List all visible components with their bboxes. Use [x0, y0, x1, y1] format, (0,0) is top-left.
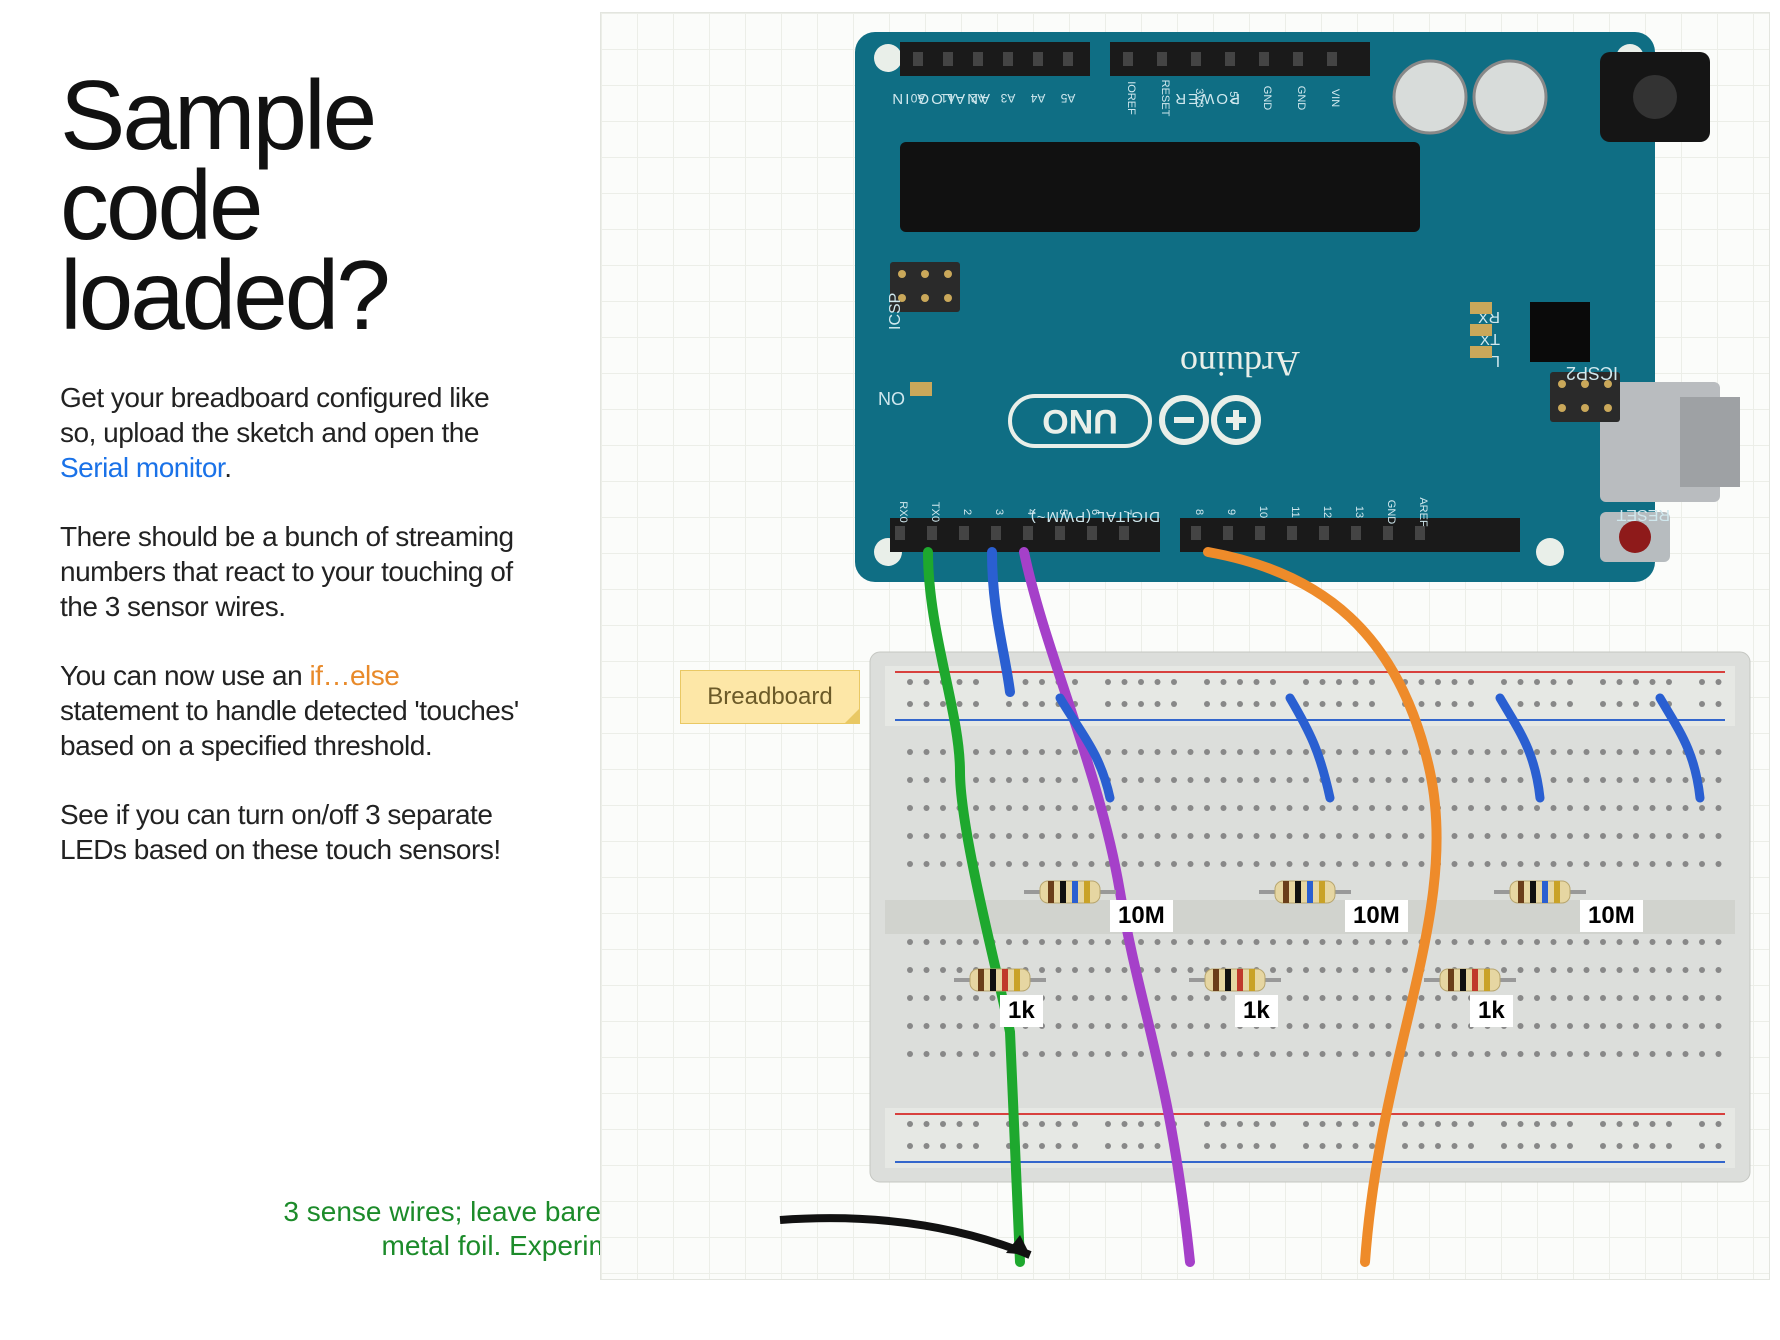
svg-text:4: 4 — [1025, 509, 1037, 515]
svg-text:IOREF: IOREF — [1125, 81, 1137, 115]
svg-text:A4: A4 — [1030, 91, 1045, 105]
arduino-uno: ICSP2 ICSP RESET Arduino UNO ON RX TX L — [855, 32, 1740, 582]
svg-text:5V: 5V — [1227, 91, 1239, 105]
svg-text:VIN: VIN — [1329, 89, 1341, 107]
svg-text:2: 2 — [961, 509, 973, 515]
paragraph-4: See if you can turn on/off 3 separate LE… — [60, 797, 520, 867]
icsp-label: ICSP — [887, 293, 904, 330]
svg-text:13: 13 — [1353, 506, 1365, 518]
svg-text:A3: A3 — [1000, 91, 1015, 105]
paragraph-3: You can now use an if…else statement to … — [60, 658, 520, 763]
svg-text:12: 12 — [1321, 506, 1333, 518]
resistor-10m-label-3: 10M — [1580, 900, 1643, 932]
svg-text:3: 3 — [993, 509, 1005, 515]
svg-text:10: 10 — [1257, 506, 1269, 518]
if-else-code: if…else — [309, 660, 399, 691]
paragraph-2: There should be a bunch of streaming num… — [60, 519, 520, 624]
svg-text:6: 6 — [1089, 509, 1101, 515]
para1-b: . — [224, 452, 231, 483]
para3-a: You can now use an — [60, 660, 309, 691]
arduino-model: UNO — [1042, 402, 1118, 440]
serial-monitor-link[interactable]: Serial monitor — [60, 452, 224, 483]
svg-text:GND: GND — [1261, 86, 1273, 111]
svg-text:RESET: RESET — [1159, 80, 1171, 117]
svg-text:AREF: AREF — [1417, 497, 1429, 527]
svg-text:TX0: TX0 — [929, 502, 941, 522]
on-led-label: ON — [878, 388, 905, 408]
svg-text:5: 5 — [1057, 509, 1069, 515]
svg-text:RX0: RX0 — [897, 501, 909, 522]
svg-text:7: 7 — [1121, 509, 1133, 515]
resistor-10m-label-2: 10M — [1345, 900, 1408, 932]
paragraph-1: Get your breadboard configured like so, … — [60, 380, 520, 485]
resistor-1k-label-1: 1k — [1000, 995, 1043, 1027]
l-label: L — [1491, 352, 1500, 369]
breadboard-sticky-note: Breadboard — [680, 670, 860, 724]
svg-text:11: 11 — [1289, 506, 1301, 517]
para3-b: statement to handle detected 'touches' b… — [60, 695, 519, 761]
footnote-arrow — [770, 1200, 1070, 1280]
page-title: Sample code loaded? — [60, 70, 520, 340]
svg-text:A1: A1 — [940, 91, 955, 105]
svg-text:GND: GND — [1295, 86, 1307, 111]
reset-label: RESET — [1616, 506, 1670, 523]
svg-text:A2: A2 — [970, 91, 985, 105]
circuit-diagram: ICSP2 ICSP RESET Arduino UNO ON RX TX L — [600, 12, 1770, 1280]
svg-text:9: 9 — [1225, 509, 1237, 515]
arduino-brand: Arduino — [1180, 344, 1300, 384]
svg-text:GND: GND — [1385, 500, 1397, 525]
icsp2-label: ICSP2 — [1566, 363, 1618, 383]
resistor-1k-label-3: 1k — [1470, 995, 1513, 1027]
resistor-10m-label-1: 10M — [1110, 900, 1173, 932]
svg-text:A5: A5 — [1060, 91, 1075, 105]
svg-text:3V3: 3V3 — [1193, 88, 1205, 108]
para1-a: Get your breadboard configured like so, … — [60, 382, 489, 448]
svg-text:A0: A0 — [910, 91, 925, 105]
resistor-1k-label-2: 1k — [1235, 995, 1278, 1027]
svg-text:8: 8 — [1193, 509, 1205, 515]
